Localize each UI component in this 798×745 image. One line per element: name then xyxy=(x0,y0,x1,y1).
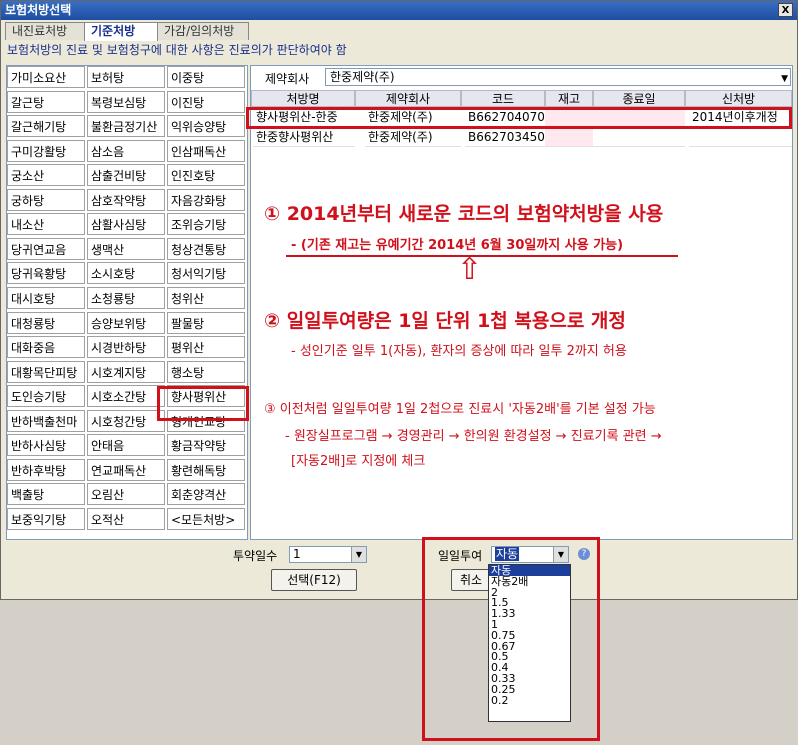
col-header-new[interactable]: 신처방 xyxy=(685,90,792,107)
prescription-item[interactable]: 갈근탕 xyxy=(7,90,85,113)
prescription-item[interactable]: 청위산 xyxy=(167,286,245,309)
window-title-bar: 보험처방선택 X xyxy=(1,1,797,20)
col-header-company[interactable]: 제약회사 xyxy=(355,90,461,107)
prescription-item[interactable]: 시호계지탕 xyxy=(87,360,165,383)
prescription-item[interactable]: 소청룡탕 xyxy=(87,286,165,309)
days-select[interactable]: 1 ▼ xyxy=(289,546,367,563)
prescription-item[interactable]: 대시호탕 xyxy=(7,286,85,309)
prescription-item[interactable]: 삼활사심탕 xyxy=(87,213,165,236)
chevron-down-icon: ▼ xyxy=(781,74,788,84)
prescription-item[interactable]: 내소산 xyxy=(7,213,85,236)
prescription-item[interactable]: 궁하탕 xyxy=(7,188,85,211)
prescription-item[interactable]: 삼호작약탕 xyxy=(87,188,165,211)
prescription-item[interactable]: 궁소산 xyxy=(7,164,85,187)
prescription-item[interactable]: 삼출건비탕 xyxy=(87,164,165,187)
prescription-item[interactable]: 반하후박탕 xyxy=(7,458,85,481)
prescription-item[interactable]: 익위승양탕 xyxy=(167,115,245,138)
table-cell: B662703450 xyxy=(465,129,545,147)
prescription-item[interactable]: 도인승기탕 xyxy=(7,385,85,408)
prescription-item[interactable]: 구미강활탕 xyxy=(7,139,85,162)
prescription-item[interactable]: 평위산 xyxy=(167,336,245,359)
prescription-item[interactable]: 회춘양격산 xyxy=(167,483,245,506)
annotation-2-detail: - 성인기준 일투 1(자동), 환자의 증상에 따라 일투 2까지 허용 xyxy=(291,344,627,359)
col-header-code[interactable]: 코드 xyxy=(461,90,545,107)
annotation-3-detail-1: - 원장실프로그램 → 경영관리 → 한의원 환경설정 → 진료기록 관련 → xyxy=(285,429,662,444)
table-cell xyxy=(689,129,792,147)
days-label: 투약일수 xyxy=(233,549,278,563)
prescription-item[interactable]: 연교패독산 xyxy=(87,458,165,481)
prescription-item[interactable]: 오적산 xyxy=(87,507,165,530)
select-button[interactable]: 선택(F12) xyxy=(271,569,357,591)
days-value: 1 xyxy=(293,547,301,561)
prescription-item[interactable]: 승양보위탕 xyxy=(87,311,165,334)
prescription-item[interactable]: 대화중음 xyxy=(7,336,85,359)
highlight-box xyxy=(157,386,249,421)
prescription-item[interactable]: 대황목단피탕 xyxy=(7,360,85,383)
prescription-item[interactable]: 황련해독탕 xyxy=(167,458,245,481)
prescription-item[interactable]: 팔물탕 xyxy=(167,311,245,334)
prescription-item[interactable]: 인삼패독산 xyxy=(167,139,245,162)
prescription-item[interactable]: 불환금정기산 xyxy=(87,115,165,138)
prescription-item[interactable]: 당귀연교음 xyxy=(7,237,85,260)
prescription-item[interactable]: 백출탕 xyxy=(7,483,85,506)
prescription-item[interactable]: 갈근해기탕 xyxy=(7,115,85,138)
prescription-item[interactable]: 삼소음 xyxy=(87,139,165,162)
prescription-item[interactable]: 반하백출천마 xyxy=(7,409,85,432)
table-cell: 한중향사평위산 xyxy=(253,129,355,147)
prescription-item[interactable]: 인진호탕 xyxy=(167,164,245,187)
table-cell: 한중제약(주) xyxy=(365,129,461,147)
table-cell xyxy=(593,129,685,147)
prescription-item[interactable]: 반하사심탕 xyxy=(7,434,85,457)
prescription-item[interactable]: 청서익기탕 xyxy=(167,262,245,285)
prescription-grid: 가미소요산 보허탕 이중탕갈근탕 복령보심탕 이진탕갈근해기탕 불환금정기산 익위승양탕구미… xyxy=(6,65,248,540)
prescription-item[interactable]: 이중탕 xyxy=(167,66,245,88)
prescription-item[interactable]: 대청룡탕 xyxy=(7,311,85,334)
chevron-down-icon: ▼ xyxy=(351,547,366,562)
annotation-3-detail-2: [자동2배]로 지정에 체크 xyxy=(291,454,426,469)
prescription-item[interactable]: 복령보심탕 xyxy=(87,90,165,113)
prescription-item[interactable]: 청상견통탕 xyxy=(167,237,245,260)
col-header-name[interactable]: 처방명 xyxy=(251,90,355,107)
prescription-item[interactable]: 보허탕 xyxy=(87,66,165,88)
up-arrow-icon: ⇧ xyxy=(457,252,483,287)
prescription-item[interactable]: 시경반하탕 xyxy=(87,336,165,359)
prescription-item[interactable]: 행소탕 xyxy=(167,360,245,383)
company-select[interactable]: 한중제약(주) ▼ xyxy=(325,68,791,86)
annotation-1: ① 2014년부터 새로운 코드의 보험약처방을 사용 xyxy=(264,203,664,225)
prescription-item[interactable]: 오림산 xyxy=(87,483,165,506)
prescription-item[interactable]: 가미소요산 xyxy=(7,66,85,88)
close-button[interactable]: X xyxy=(778,3,793,17)
tab-standard-prescriptions[interactable]: 기준처방 xyxy=(84,22,158,41)
tab-my-prescriptions[interactable]: 내진료처방 xyxy=(5,22,85,40)
prescription-item[interactable]: 당귀육황탕 xyxy=(7,262,85,285)
col-header-stock[interactable]: 재고 xyxy=(545,90,593,107)
annotation-1-detail: - (기존 재고는 유예기간 2014년 6월 30일까지 사용 가능) xyxy=(291,238,624,253)
prescription-item[interactable]: 이진탕 xyxy=(167,90,245,113)
annotation-3: ③ 이전처럼 일일투여량 1일 2첩으로 진료시 '자동2배'를 기본 설정 가… xyxy=(264,402,656,417)
insurance-prescription-window: 보험처방선택 X 내진료처방 기준처방 가감/임의처방 보험처방의 진료 및 보… xyxy=(0,0,798,600)
prescription-item[interactable]: 황금작약탕 xyxy=(167,434,245,457)
col-header-end-date[interactable]: 종료일 xyxy=(593,90,685,107)
annotation-2: ② 일일투여량은 1일 단위 1첩 복용으로 개정 xyxy=(264,310,626,332)
company-select-value: 한중제약(주) xyxy=(330,70,395,84)
table-cell xyxy=(545,129,593,147)
prescription-item[interactable]: 생맥산 xyxy=(87,237,165,260)
prescription-item[interactable]: 소시호탕 xyxy=(87,262,165,285)
highlight-box xyxy=(422,537,600,741)
prescription-item[interactable]: 조위승기탕 xyxy=(167,213,245,236)
prescription-item[interactable]: 시호소간탕 xyxy=(87,385,165,408)
highlight-box xyxy=(246,107,792,129)
tab-custom-prescriptions[interactable]: 가감/임의처방 xyxy=(157,22,249,40)
company-label: 제약회사 xyxy=(265,72,310,86)
prescription-item[interactable]: <모든처방> xyxy=(167,507,245,530)
prescription-item[interactable]: 안태음 xyxy=(87,434,165,457)
prescription-item[interactable]: 보중익기탕 xyxy=(7,507,85,530)
window-title: 보험처방선택 xyxy=(5,3,72,17)
prescription-item[interactable]: 자음강화탕 xyxy=(167,188,245,211)
prescription-item[interactable]: 시호청간탕 xyxy=(87,409,165,432)
notice-text: 보험처방의 진료 및 보험청구에 대한 사항은 진료의가 판단하여야 함 xyxy=(7,43,347,57)
